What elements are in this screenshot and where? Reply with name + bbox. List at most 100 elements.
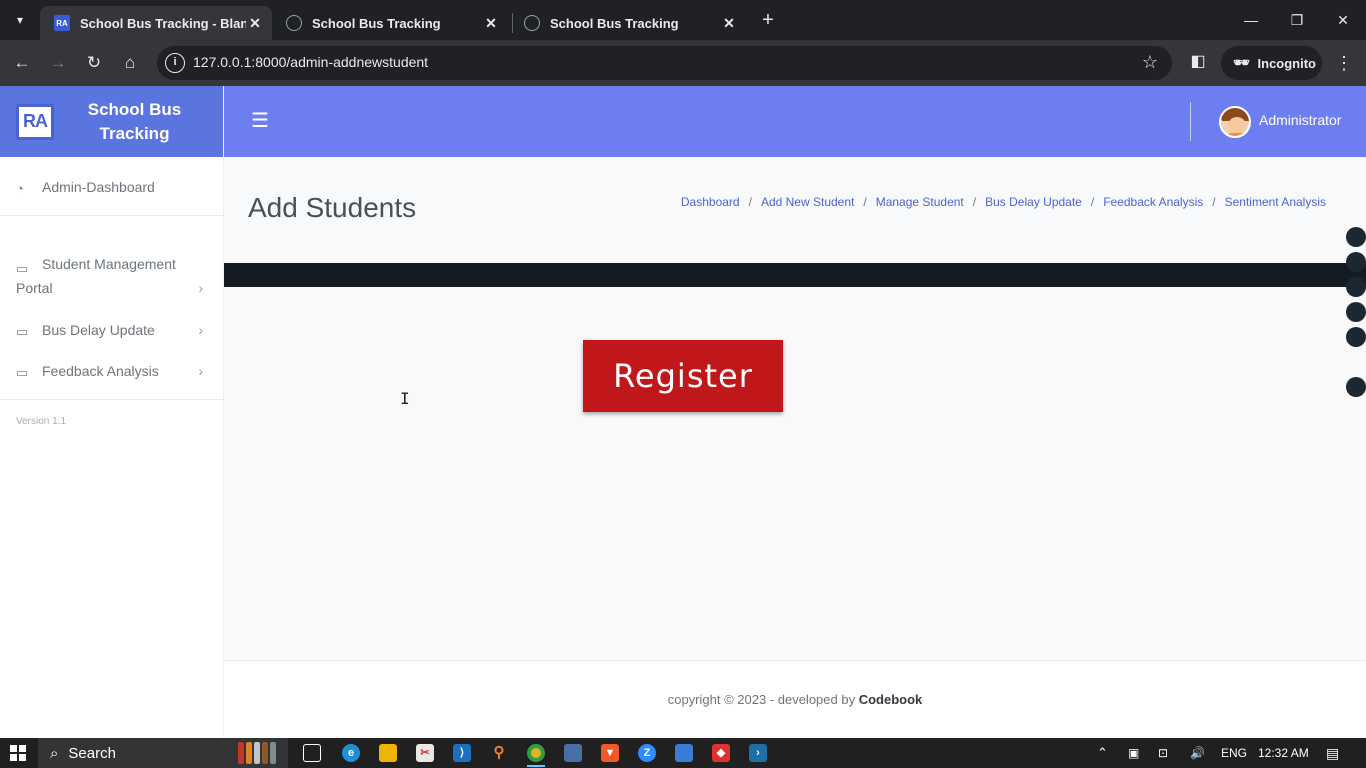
brand-title-line2: Tracking (99, 123, 170, 143)
sidebar-item-student-management[interactable]: ▭ Student Management Portal › (0, 252, 223, 300)
bookmark-star-icon[interactable]: ☆ (1142, 52, 1158, 73)
url-text[interactable]: 127.0.0.1:8000/admin-addnewstudent (193, 54, 428, 70)
back-icon[interactable]: ← (10, 51, 34, 75)
sidebar-item-label: Feedback Analysis (42, 363, 159, 379)
brave-icon[interactable]: ▼ (601, 744, 619, 762)
network-icon[interactable]: ⊡ (1158, 738, 1168, 768)
sidebar-item-feedback[interactable]: ▭ Feedback Analysis › (0, 363, 223, 380)
globe-icon (286, 15, 302, 31)
breadcrumb-dashboard[interactable]: Dashboard (681, 195, 740, 209)
tray-chevron-up-icon[interactable]: ⌃ (1097, 738, 1108, 768)
address-bar[interactable]: i 127.0.0.1:8000/admin-addnewstudent ☆ (157, 46, 1172, 80)
sidebar-item-label: Student Management (42, 256, 176, 272)
footer: copyright © 2023 - developed by Codebook (224, 660, 1366, 738)
restore-icon[interactable]: ❐ (1282, 8, 1312, 32)
sidebar-item-label: Bus Delay Update (42, 322, 155, 338)
app-icon[interactable] (675, 744, 693, 762)
meet-now-icon[interactable]: ▣ (1128, 738, 1139, 768)
version-label: Version 1.1 (16, 416, 67, 427)
tab-title: School Bus Tracking (312, 15, 441, 31)
decorative-dot (1346, 252, 1366, 272)
reload-icon[interactable]: ↻ (82, 51, 106, 75)
menu-toggle-icon[interactable]: ☰ (251, 111, 269, 131)
snipping-tool-icon[interactable]: ✂ (416, 744, 434, 762)
tab-search-dropdown-icon[interactable]: ▾ (8, 8, 32, 32)
search-app-icon[interactable]: ⚲ (490, 744, 508, 762)
minimize-icon[interactable]: — (1236, 8, 1266, 32)
zoom-icon[interactable]: Z (638, 744, 656, 762)
browser-tab-strip: ▾ RA School Bus Tracking - Blank Page ✕ … (0, 0, 1366, 40)
decorative-dot (1346, 277, 1366, 297)
new-tab-button[interactable]: + (757, 9, 779, 31)
file-explorer-icon[interactable] (379, 744, 397, 762)
avatar-face (1228, 117, 1246, 134)
task-view-icon[interactable] (303, 744, 321, 762)
taskbar-search[interactable]: ⌕ Search (38, 738, 288, 768)
edge-icon[interactable]: e (342, 744, 360, 762)
breadcrumb-manage-student[interactable]: Manage Student (876, 195, 964, 209)
side-panel-icon[interactable]: ◧ (1188, 51, 1208, 75)
globe-icon (524, 15, 540, 31)
search-icon: ⌕ (50, 744, 59, 762)
chevron-right-icon: › (198, 280, 203, 296)
browser-tab-active[interactable]: RA School Bus Tracking - Blank Page ✕ (40, 6, 272, 40)
breadcrumb-add-new-student[interactable]: Add New Student (761, 195, 854, 209)
register-button[interactable]: Register (583, 340, 783, 412)
breadcrumb-sentiment-analysis[interactable]: Sentiment Analysis (1225, 195, 1326, 209)
copyright-text: copyright © 2023 - developed by (667, 692, 859, 707)
footer-brand-link[interactable]: Codebook (859, 692, 923, 707)
forward-icon[interactable]: → (46, 51, 70, 75)
chevron-right-icon: › (198, 363, 203, 379)
browser-tab[interactable]: School Bus Tracking ✕ (272, 6, 508, 40)
sidebar-divider (0, 215, 223, 216)
site-info-icon[interactable]: i (165, 53, 185, 73)
clock[interactable]: 12:32 AM (1258, 738, 1309, 768)
browser-tab[interactable]: School Bus Tracking ✕ (510, 6, 746, 40)
anydesk-icon[interactable]: ◆ (712, 744, 730, 762)
chrome-icon[interactable] (527, 744, 545, 762)
decorative-dot (1346, 327, 1366, 347)
decorative-dot (1346, 227, 1366, 247)
brand-title: School Bus Tracking (54, 98, 223, 146)
chevron-right-icon: › (198, 322, 203, 338)
remote-desktop-icon[interactable] (564, 744, 582, 762)
text-cursor-icon: I (400, 389, 410, 408)
tab-close-icon[interactable]: ✕ (482, 15, 500, 32)
terminal-icon[interactable]: › (749, 744, 767, 762)
incognito-icon: 🕶 (1233, 55, 1250, 70)
page-title: Add Students (248, 192, 417, 223)
brand-title-line1: School Bus (87, 99, 182, 119)
breadcrumb-separator: / (1212, 195, 1216, 209)
window-close-icon[interactable]: ✕ (1328, 8, 1358, 32)
breadcrumb-feedback-analysis[interactable]: Feedback Analysis (1103, 195, 1203, 209)
main-content: Add Students Dashboard / Add New Student… (224, 157, 1366, 660)
language-indicator[interactable]: ENG (1221, 738, 1247, 768)
vscode-icon[interactable]: ⟩ (453, 744, 471, 762)
sidebar-item-row: ▭ Student Management (16, 252, 207, 276)
breadcrumb-bus-delay-update[interactable]: Bus Delay Update (985, 195, 1082, 209)
brand[interactable]: RA School Bus Tracking (0, 86, 223, 157)
volume-icon[interactable]: 🔊 (1190, 738, 1205, 768)
sidebar-item-dashboard[interactable]: ◔ Admin-Dashboard (0, 179, 223, 196)
tab-close-icon[interactable]: ✕ (720, 15, 738, 32)
ra-logo-icon: RA (54, 15, 70, 31)
sidebar-item-bus-delay[interactable]: ▭ Bus Delay Update › (0, 322, 223, 339)
sidebar-item-label: Admin-Dashboard (42, 179, 155, 195)
user-name[interactable]: Administrator (1259, 112, 1341, 128)
avatar[interactable] (1219, 106, 1251, 138)
tab-close-icon[interactable]: ✕ (246, 15, 264, 32)
brand-logo: RA (16, 103, 54, 140)
incognito-badge[interactable]: 🕶 Incognito (1221, 46, 1322, 80)
top-navbar: ☰ Administrator (224, 86, 1366, 157)
windows-start-icon[interactable] (10, 745, 26, 761)
tab-title: School Bus Tracking (550, 15, 679, 31)
notifications-icon[interactable]: ▤ (1326, 738, 1339, 768)
browser-menu-icon[interactable]: ⋮ (1335, 51, 1353, 75)
navbar-divider (1190, 102, 1191, 141)
taskbar: ⌕ Search e ✂ ⟩ ⚲ ▼ Z ◆ › ⌃ ▣ ⊡ 🔊 ENG 12:… (0, 738, 1366, 768)
breadcrumb-separator: / (863, 195, 867, 209)
home-icon[interactable]: ⌂ (118, 51, 142, 75)
dark-banner (224, 263, 1366, 287)
decorative-dot (1346, 377, 1366, 397)
screen: ▾ RA School Bus Tracking - Blank Page ✕ … (0, 0, 1366, 768)
